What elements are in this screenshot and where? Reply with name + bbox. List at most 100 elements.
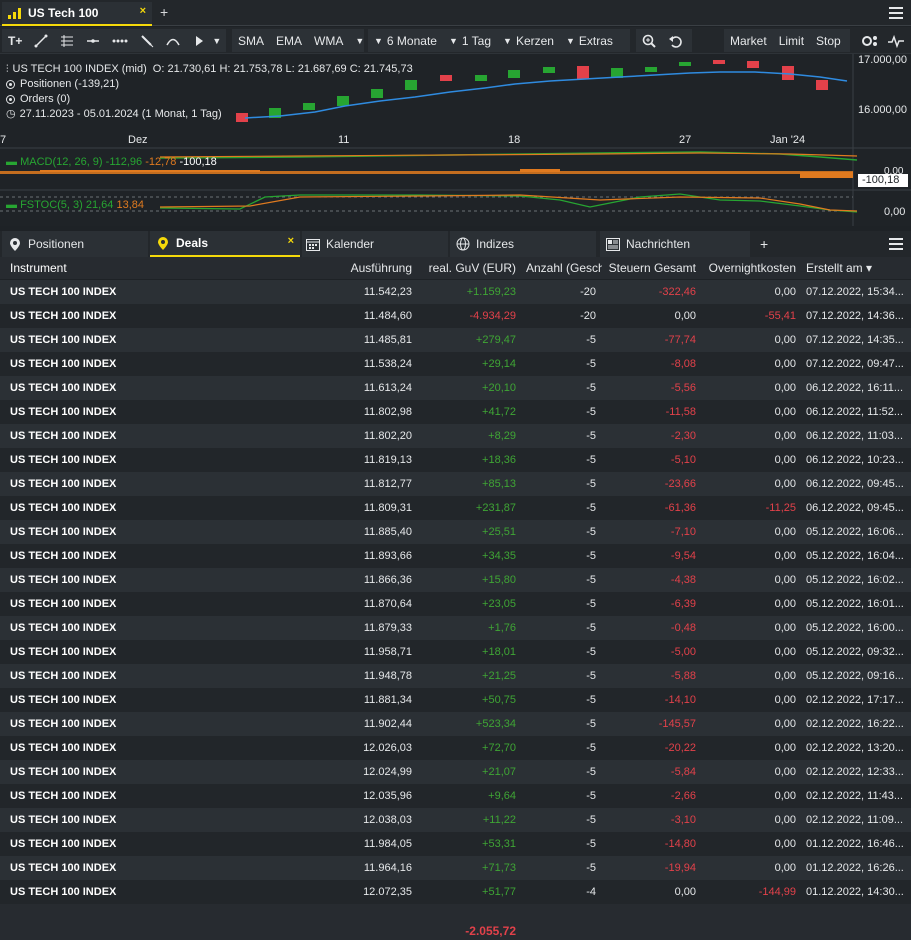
cell-ausfuehrung: 11.802,98 [363, 406, 412, 418]
orders-legend[interactable]: Orders (0) [20, 92, 70, 107]
cell-guv: +231,87 [475, 502, 516, 514]
period-dropdown[interactable]: ▼ 6 Monate [368, 29, 443, 52]
cell-instrument: US TECH 100 INDEX [10, 598, 117, 610]
table-row[interactable]: US TECH 100 INDEX 11.984,05 +53,31 -5 -14,80… [0, 832, 911, 856]
chart-type-dropdown[interactable]: ▼ Kerzen [497, 29, 560, 52]
table-row[interactable]: US TECH 100 INDEX 12.072,35 +51,77 -4 0,00 -1… [0, 880, 911, 904]
fstoc-value-1: 21,64 [85, 199, 114, 211]
tab-kalender[interactable]: Kalender [302, 231, 448, 257]
add-panel-tab-button[interactable]: + [760, 231, 768, 257]
cell-erstellt: 02.12.2022, 11:43... [806, 790, 904, 802]
table-row[interactable]: US TECH 100 INDEX 11.964,16 +71,73 -5 -19,94… [0, 856, 911, 880]
interval-dropdown[interactable]: ▼ 1 Tag [443, 29, 497, 52]
tab-title: US Tech 100 [28, 6, 99, 20]
cell-ausfuehrung: 11.613,24 [363, 382, 412, 394]
panel-menu-icon[interactable] [889, 238, 903, 253]
extras-dropdown[interactable]: ▼ Extras [560, 29, 619, 52]
table-row[interactable]: US TECH 100 INDEX 11.812,77 +85,13 -5 -23,66… [0, 472, 911, 496]
date-range: 27.11.2023 - 05.01.2024 (1 Monat, 1 Tag) [19, 108, 222, 120]
price-chart[interactable]: ⫶ US TECH 100 INDEX (mid) O: 21.730,61 H… [0, 54, 911, 226]
chart-legend: ⫶ US TECH 100 INDEX (mid) O: 21.730,61 H… [6, 62, 413, 122]
positions-radio-icon[interactable] [6, 80, 15, 89]
deals-table-body: US TECH 100 INDEX 11.542,23 +1.159,23 -20 -3… [0, 280, 911, 904]
cell-overnight: 0,00 [774, 382, 796, 394]
table-row[interactable]: US TECH 100 INDEX 11.542,23 +1.159,23 -20 -3… [0, 280, 911, 304]
table-row[interactable]: US TECH 100 INDEX 12.024,99 +21,07 -5 -5,84 0… [0, 760, 911, 784]
table-row[interactable]: US TECH 100 INDEX 11.802,20 +8,29 -5 -2,30 0,… [0, 424, 911, 448]
cell-steuern: -2,30 [670, 430, 696, 442]
dotted-line-icon[interactable] [106, 29, 134, 52]
market-order-button[interactable]: Market [724, 29, 773, 52]
col-ausfuehrung[interactable]: Ausführung [310, 261, 412, 275]
tab-positionen[interactable]: Positionen [2, 231, 148, 257]
fstoc-axis-label: 0,00 [884, 206, 906, 218]
cell-overnight: 0,00 [774, 718, 796, 730]
table-row[interactable]: US TECH 100 INDEX 11.885,40 +25,51 -5 -7,10 0… [0, 520, 911, 544]
cell-guv: +20,10 [482, 382, 516, 394]
table-row[interactable]: US TECH 100 INDEX 11.538,24 +29,14 -5 -8,08 0… [0, 352, 911, 376]
table-row[interactable]: US TECH 100 INDEX 12.026,03 +72,70 -5 -20,22… [0, 736, 911, 760]
cell-erstellt: 06.12.2022, 09:45... [806, 502, 904, 514]
cell-erstellt: 02.12.2022, 17:17... [806, 694, 904, 706]
location-pin-icon [158, 236, 168, 250]
cell-ausfuehrung: 12.026,03 [363, 742, 412, 754]
fibonacci-tool-icon[interactable] [54, 29, 80, 52]
table-row[interactable]: US TECH 100 INDEX 12.038,03 +11,22 -5 -3,10 0… [0, 808, 911, 832]
col-steuern[interactable]: Steuern Gesamt [602, 261, 696, 275]
sma-button[interactable]: SMA [232, 29, 270, 52]
menu-icon[interactable] [889, 7, 903, 22]
col-overnight[interactable]: Overnightkosten [696, 261, 796, 275]
zoom-icon[interactable] [636, 29, 662, 52]
cell-overnight: 0,00 [774, 358, 796, 370]
table-row[interactable]: US TECH 100 INDEX 11.802,98 +41,72 -5 -11,58… [0, 400, 911, 424]
table-row[interactable]: US TECH 100 INDEX 11.809,31 +231,87 -5 -61,3… [0, 496, 911, 520]
table-row[interactable]: US TECH 100 INDEX 11.870,64 +23,05 -5 -6,39 0… [0, 592, 911, 616]
col-guv[interactable]: real. GuV (EUR) [412, 261, 516, 275]
table-row[interactable]: US TECH 100 INDEX 11.958,71 +18,01 -5 -5,00 0… [0, 640, 911, 664]
cursor-tool-icon[interactable]: ▼ [186, 29, 231, 52]
tab-nachrichten[interactable]: Nachrichten [600, 231, 750, 257]
table-row[interactable]: US TECH 100 INDEX 11.866,36 +15,80 -5 -4,38 0… [0, 568, 911, 592]
cell-instrument: US TECH 100 INDEX [10, 646, 117, 658]
tab-deals[interactable]: Deals × [150, 231, 300, 257]
table-row[interactable]: US TECH 100 INDEX 11.485,81 +279,47 -5 -77,7… [0, 328, 911, 352]
horizontal-line-icon[interactable] [80, 29, 106, 52]
pulse-icon[interactable] [882, 29, 910, 52]
curve-tool-icon[interactable] [160, 29, 186, 52]
cell-guv: +21,25 [482, 670, 516, 682]
table-row[interactable]: US TECH 100 INDEX 11.902,44 +523,34 -5 -145,… [0, 712, 911, 736]
macd-name: MACD(12, 26, 9) [20, 156, 103, 168]
table-row[interactable]: US TECH 100 INDEX 11.893,66 +34,35 -5 -9,54 0… [0, 544, 911, 568]
table-row[interactable]: US TECH 100 INDEX 11.879,33 +1,76 -5 -0,48 0,… [0, 616, 911, 640]
cell-overnight: 0,00 [774, 478, 796, 490]
col-erstellt[interactable]: Erstellt am ▾ [796, 261, 911, 275]
col-instrument[interactable]: Instrument [0, 261, 310, 275]
undo-icon[interactable] [662, 29, 688, 52]
zoom-tools [636, 29, 692, 52]
table-row[interactable]: US TECH 100 INDEX 12.035,96 +9,64 -5 -2,66 0,… [0, 784, 911, 808]
orders-radio-icon[interactable] [6, 95, 15, 104]
positions-legend[interactable]: Positionen (-139,21) [20, 77, 119, 92]
ema-button[interactable]: EMA [270, 29, 308, 52]
pen-tool-icon[interactable] [134, 29, 160, 52]
table-row[interactable]: US TECH 100 INDEX 11.484,60 -4.934,29 -20 0,… [0, 304, 911, 328]
tab-close-icon[interactable]: × [140, 5, 146, 17]
col-anzahl[interactable]: Anzahl (Geschl [516, 261, 602, 275]
wma-button[interactable]: WMA [308, 29, 349, 52]
tab-indizes[interactable]: Indizes [450, 231, 596, 257]
cell-steuern: 0,00 [674, 310, 696, 322]
tab-us-tech-100[interactable]: US Tech 100 × [2, 2, 152, 26]
stop-order-button[interactable]: Stop [810, 29, 847, 52]
cell-steuern: -11,58 [665, 406, 696, 418]
cell-erstellt: 06.12.2022, 10:23... [806, 454, 904, 466]
tab-deals-close-icon[interactable]: × [288, 235, 294, 247]
text-tool-button[interactable]: T+ [2, 29, 28, 52]
table-row[interactable]: US TECH 100 INDEX 11.819,13 +18,36 -5 -5,10 0… [0, 448, 911, 472]
add-tab-button[interactable]: + [160, 4, 168, 20]
line-tool-icon[interactable] [28, 29, 54, 52]
table-row[interactable]: US TECH 100 INDEX 11.881,34 +50,75 -5 -14,10… [0, 688, 911, 712]
table-row[interactable]: US TECH 100 INDEX 11.948,78 +21,25 -5 -5,88 0… [0, 664, 911, 688]
limit-order-button[interactable]: Limit [773, 29, 810, 52]
cell-guv: +21,07 [482, 766, 516, 778]
table-row[interactable]: US TECH 100 INDEX 11.613,24 +20,10 -5 -5,56 0… [0, 376, 911, 400]
